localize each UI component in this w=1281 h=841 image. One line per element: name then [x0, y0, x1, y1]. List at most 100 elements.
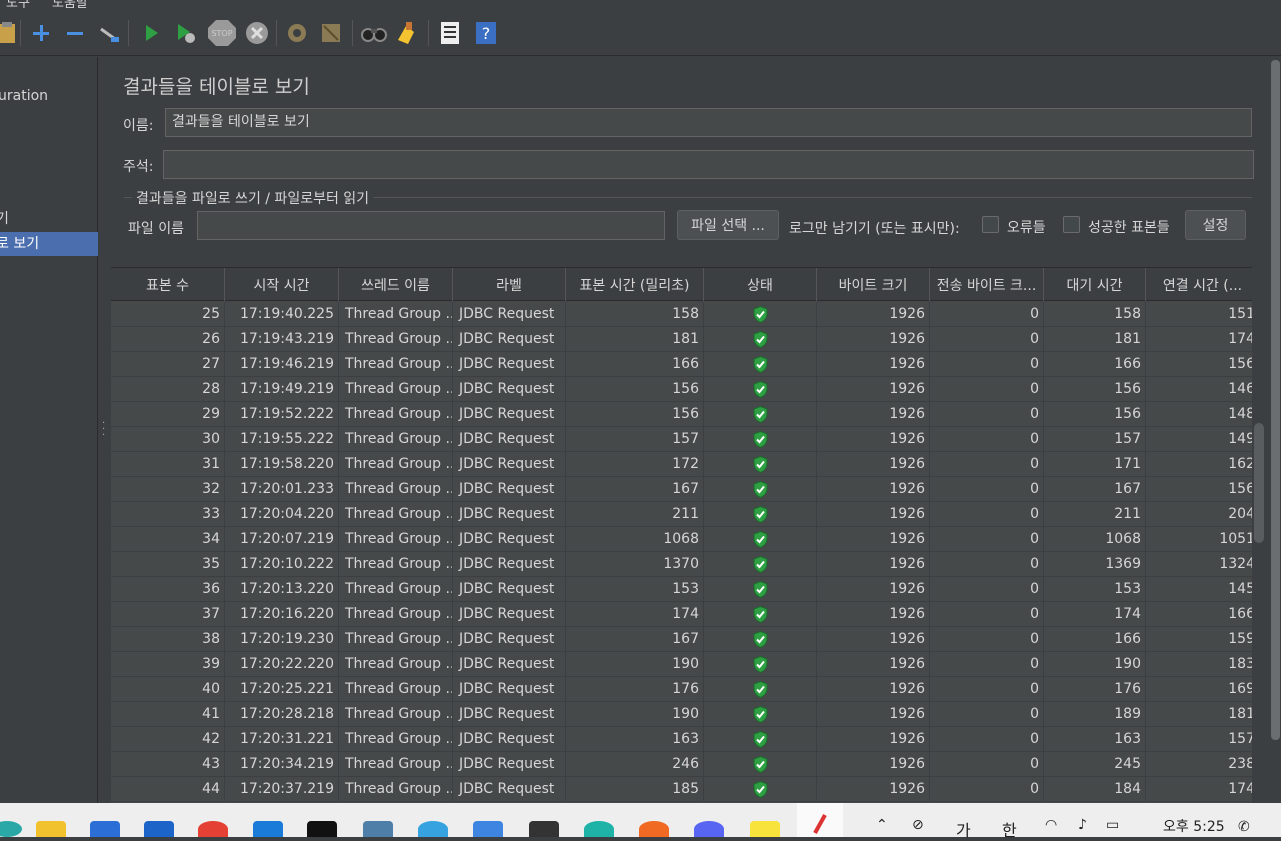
successes-checkbox[interactable] — [1063, 216, 1080, 233]
table-row[interactable]: 29 17:19:52.222 Thread Group ... JDBC Reque… — [111, 402, 1260, 427]
store-icon[interactable] — [90, 821, 120, 837]
intellij-icon[interactable] — [307, 821, 337, 837]
divider-grip-icon[interactable]: · · · — [102, 419, 106, 441]
browse-button[interactable]: 파일 선택 ... — [677, 210, 779, 240]
cell-start: 17:20:25.221 — [225, 677, 339, 702]
column-header[interactable]: 시작 시간 — [225, 268, 339, 301]
table-row[interactable]: 33 17:20:04.220 Thread Group ... JDBC Reque… — [111, 502, 1260, 527]
start-no-pause-icon[interactable] — [172, 20, 198, 46]
chrome-icon[interactable] — [198, 821, 228, 837]
file-explorer-icon[interactable] — [36, 821, 66, 837]
calendar-icon[interactable] — [473, 821, 503, 837]
panel-scrollbar[interactable] — [1271, 60, 1280, 740]
table-row[interactable]: 30 17:19:55.222 Thread Group ... JDBC Reque… — [111, 427, 1260, 452]
table-row[interactable]: 27 17:19:46.219 Thread Group ... JDBC Reque… — [111, 352, 1260, 377]
cell-label: JDBC Request — [453, 352, 566, 377]
file-name-field[interactable] — [197, 211, 665, 240]
table-row[interactable]: 37 17:20:16.220 Thread Group ... JDBC Reque… — [111, 602, 1260, 627]
table-row[interactable]: 32 17:20:01.233 Thread Group ... JDBC Reque… — [111, 477, 1260, 502]
battery-icon[interactable]: ▭ — [1106, 817, 1119, 833]
clear-all-icon[interactable] — [318, 20, 344, 46]
tree-item-partial[interactable]: 기 — [0, 207, 94, 231]
column-header[interactable]: 전송 바이트 크... — [930, 268, 1044, 301]
table-row[interactable]: 26 17:19:43.219 Thread Group ... JDBC Reque… — [111, 327, 1260, 352]
wifi-icon[interactable]: ◠ — [1045, 817, 1057, 833]
name-field[interactable]: 결과들을 테이블로 보기 — [165, 108, 1252, 137]
ime-mode[interactable]: 가 — [956, 817, 971, 841]
discord-icon[interactable] — [694, 821, 724, 837]
cell-connect: 148 — [1146, 402, 1260, 427]
cell-time: 163 — [566, 727, 704, 752]
cell-connect: 166 — [1146, 602, 1260, 627]
file-group-title: 결과들을 파일로 쓰기 / 파일로부터 읽기 — [132, 188, 374, 208]
tray-mute-icon[interactable]: ⊘ — [912, 817, 924, 833]
mail-icon[interactable] — [144, 821, 174, 837]
volume-icon[interactable]: ♪ — [1078, 817, 1087, 833]
kakaotalk-icon[interactable] — [750, 821, 780, 837]
table-row[interactable]: 40 17:20:25.221 Thread Group ... JDBC Reque… — [111, 677, 1260, 702]
table-row[interactable]: 28 17:19:49.219 Thread Group ... JDBC Reque… — [111, 377, 1260, 402]
taskbar-app-icon[interactable] — [0, 821, 22, 837]
toggle-icon[interactable] — [96, 20, 122, 46]
comment-field[interactable] — [163, 150, 1254, 179]
table-row[interactable]: 35 17:20:10.222 Thread Group ... JDBC Reque… — [111, 552, 1260, 577]
clear-icon[interactable] — [284, 20, 310, 46]
name-label: 이름: — [123, 118, 154, 134]
reset-search-icon[interactable] — [394, 20, 420, 46]
column-header[interactable]: 표본 수 — [111, 268, 225, 301]
tree-item-view-results-table[interactable]: 로 보기 — [0, 232, 98, 256]
cell-connect: 183 — [1146, 652, 1260, 677]
column-header[interactable]: 바이트 크기 — [817, 268, 930, 301]
column-header[interactable]: 표본 시간 (밀리초) — [566, 268, 704, 301]
status-success-icon — [704, 702, 817, 727]
postman-icon[interactable] — [639, 821, 669, 837]
table-row[interactable]: 34 17:20:07.219 Thread Group ... JDBC Reque… — [111, 527, 1260, 552]
menu-bar: 도구 도움말 — [0, 0, 1281, 8]
menu-tools[interactable]: 도구 — [6, 0, 30, 8]
stop-icon[interactable]: STOP — [206, 20, 238, 46]
start-icon[interactable] — [138, 20, 164, 46]
column-header[interactable]: 연결 시간 (... — [1146, 268, 1260, 301]
settings-app-icon[interactable] — [418, 821, 448, 837]
table-row[interactable]: 25 17:19:40.225 Thread Group ... JDBC Reque… — [111, 302, 1260, 327]
cell-connect: 174 — [1146, 777, 1260, 802]
status-success-icon — [704, 502, 817, 527]
table-row[interactable]: 36 17:20:13.220 Thread Group ... JDBC Reque… — [111, 577, 1260, 602]
column-header[interactable]: 라벨 — [453, 268, 566, 301]
menu-help[interactable]: 도움말 — [52, 0, 88, 8]
jmeter-taskbar-active[interactable] — [797, 803, 843, 837]
function-helper-icon[interactable] — [437, 20, 463, 46]
clock[interactable]: 오후 5:25 — [1163, 816, 1225, 836]
table-row[interactable]: 31 17:19:58.220 Thread Group ... JDBC Reque… — [111, 452, 1260, 477]
table-row[interactable]: 39 17:20:22.220 Thread Group ... JDBC Reque… — [111, 652, 1260, 677]
mysql-workbench-icon[interactable] — [363, 821, 393, 837]
column-header[interactable]: 쓰레드 이름 — [339, 268, 453, 301]
table-row[interactable]: 42 17:20:31.221 Thread Group ... JDBC Reque… — [111, 727, 1260, 752]
column-header[interactable]: 대기 시간 — [1044, 268, 1146, 301]
help-icon[interactable]: ? — [473, 20, 499, 46]
ime-lang[interactable]: 한 — [1002, 817, 1017, 841]
table-row[interactable]: 41 17:20:28.218 Thread Group ... JDBC Reque… — [111, 702, 1260, 727]
cell-thread: Thread Group ... — [339, 577, 453, 602]
table-row[interactable]: 43 17:20:34.219 Thread Group ... JDBC Reque… — [111, 752, 1260, 777]
cell-sent: 0 — [930, 377, 1044, 402]
table-row[interactable]: 38 17:20:19.230 Thread Group ... JDBC Reque… — [111, 627, 1260, 652]
configure-button[interactable]: 설정 — [1185, 210, 1246, 240]
tray-chevron-icon[interactable]: ⌃ — [876, 817, 888, 833]
cell-bytes: 1926 — [817, 552, 930, 577]
errors-checkbox[interactable] — [982, 216, 999, 233]
table-scroll-thumb[interactable] — [1254, 423, 1264, 543]
shutdown-icon[interactable] — [244, 20, 270, 46]
clipboard-icon[interactable] — [0, 20, 20, 46]
tree-item-configuration[interactable]: uration — [0, 84, 96, 108]
table-row[interactable]: 44 17:20:37.219 Thread Group ... JDBC Reque… — [111, 777, 1260, 802]
notification-icon[interactable]: ✆ — [1238, 819, 1250, 835]
cell-thread: Thread Group ... — [339, 477, 453, 502]
column-header[interactable]: 상태 — [704, 268, 817, 301]
terminal-icon[interactable] — [529, 821, 559, 837]
remove-icon[interactable] — [62, 20, 88, 46]
search-icon[interactable] — [360, 20, 388, 46]
app-icon-teal[interactable] — [584, 821, 614, 837]
app-icon-blue[interactable] — [253, 821, 283, 837]
add-icon[interactable] — [28, 20, 54, 46]
